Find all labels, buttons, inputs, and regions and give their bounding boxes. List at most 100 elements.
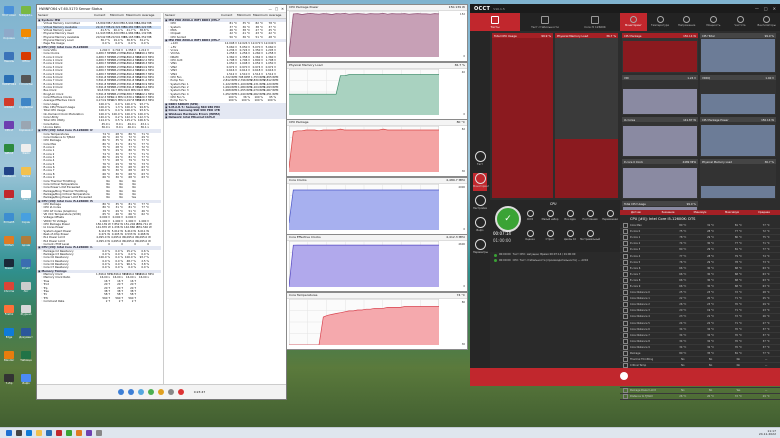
taskbar-app-icon[interactable] xyxy=(86,430,92,436)
taskbar-app-icon[interactable] xyxy=(36,430,42,436)
monitor-tab[interactable]: Температура xyxy=(647,13,674,31)
column-header-cell[interactable]: Minimum xyxy=(109,13,125,18)
record-icon[interactable] xyxy=(620,372,628,380)
monitor-tile[interactable]: CPU Package Power 150.14 W xyxy=(700,117,776,157)
desktop-icon[interactable]: Cinebench xyxy=(2,167,16,179)
desktop-icon[interactable]: GPU-Z xyxy=(2,144,16,156)
sensor-graph-window[interactable]: CPU Package 80 °C 82 30 xyxy=(286,119,468,177)
nav-tab[interactable]: Core i5 12600K xyxy=(570,13,620,31)
row-checkbox[interactable] xyxy=(623,302,628,308)
desktop-icon[interactable]: Office xyxy=(19,52,33,64)
taskbar-app-icon[interactable] xyxy=(16,430,22,436)
nav-tab[interactable]: Тесты xyxy=(470,13,520,31)
desktop-icon[interactable]: Y-Cruncher xyxy=(19,75,33,87)
stop-test-button[interactable]: ✓ xyxy=(495,206,521,232)
taskbar-app-icon[interactable] xyxy=(76,430,82,436)
desktop-icon[interactable]: Firefox xyxy=(2,305,16,317)
row-checkbox[interactable] xyxy=(623,229,628,235)
desktop-icon[interactable]: Chrome xyxy=(2,282,16,294)
table-header-cell[interactable]: Значение xyxy=(652,211,684,214)
row-checkbox[interactable] xyxy=(623,259,628,265)
sidebar-item[interactable]: Инфо xyxy=(473,217,487,235)
column-header-cell[interactable]: Average xyxy=(268,13,284,18)
desktop-icon[interactable]: Steam xyxy=(2,259,16,271)
monitor-tile[interactable]: IA Cores 141.87 W xyxy=(622,117,698,157)
desktop-icon[interactable]: OCCT xyxy=(2,190,16,202)
monitor-tab[interactable]: Мощность xyxy=(700,13,727,31)
hwinfo-titlebar[interactable]: HWiNFO64 v7.60-5170 Sensor Status — □ ✕ xyxy=(37,5,286,13)
desktop-icon[interactable]: Prime95 xyxy=(2,213,16,225)
desktop-icon[interactable]: Инфо xyxy=(19,374,33,386)
taskbar-app-icon[interactable] xyxy=(46,430,52,436)
sensor-row[interactable]: ◦ Command Rate 2 T 2 T 2 T xyxy=(37,299,161,303)
row-checkbox[interactable] xyxy=(623,357,628,363)
table-header-cell[interactable]: Датчик xyxy=(620,211,652,214)
test-option[interactable]: Стресс xyxy=(540,230,560,241)
desktop-icon[interactable]: Этот компьютер xyxy=(2,6,16,18)
system-clock[interactable]: 11:17 24.11.2022 xyxy=(759,429,780,437)
table-header-cell[interactable]: Максимум xyxy=(716,211,748,214)
row-checkbox[interactable] xyxy=(623,277,628,283)
desktop-icon[interactable]: Текст xyxy=(19,190,33,202)
column-header-cell[interactable]: Current xyxy=(220,13,236,18)
row-checkbox[interactable] xyxy=(623,265,628,271)
table-row[interactable]: Distance to TjMAX 26 °C 20 °C 72 °C 29 °C xyxy=(620,393,780,400)
desktop-icon[interactable]: Скрин xyxy=(19,213,33,225)
row-checkbox[interactable] xyxy=(623,271,628,277)
desktop-icon[interactable]: Таблица xyxy=(19,351,33,363)
test-option[interactable]: Экстремальный xyxy=(580,230,600,241)
desktop-icon[interactable]: VLC xyxy=(19,29,33,41)
row-checkbox[interactable] xyxy=(623,338,628,344)
maximize-icon[interactable]: □ xyxy=(275,7,278,11)
sensor-column-left[interactable]: Sensor Current Minimum Maximum Average ▣ Syst… xyxy=(37,13,161,385)
settings-icon[interactable] xyxy=(167,389,174,395)
desktop-icon[interactable]: 7-Zip xyxy=(2,374,16,386)
monitor-tile[interactable]: CPU Total 99.9 % xyxy=(700,33,776,73)
desktop-icon[interactable]: Панель xyxy=(2,52,16,64)
clock-icon[interactable] xyxy=(157,389,164,395)
monitor-tab[interactable]: Частота xyxy=(727,13,754,31)
row-checkbox[interactable] xyxy=(623,332,628,338)
taskbar-app-icon[interactable] xyxy=(56,430,62,436)
row-checkbox[interactable] xyxy=(623,314,628,320)
minimize-icon[interactable]: — xyxy=(755,6,759,11)
desktop-icon[interactable]: Edge xyxy=(2,328,16,340)
monitor-tab[interactable]: Напряжение xyxy=(673,13,700,31)
sidebar-item[interactable]: Мониторинг xyxy=(473,173,489,191)
test-option[interactable]: Циклы 10 xyxy=(560,230,580,241)
table-header-cell[interactable]: Среднее xyxy=(748,211,780,214)
row-checkbox[interactable] xyxy=(623,247,628,253)
network-icon[interactable] xyxy=(137,389,144,395)
sensor-group[interactable]: ▣ Network: Intel Ethernet I225-V xyxy=(164,115,286,120)
row-checkbox[interactable] xyxy=(623,344,628,350)
column-header-cell[interactable]: Sensor xyxy=(37,13,93,18)
test-option[interactable]: AVX2 xyxy=(520,210,540,221)
test-option[interactable]: Постоянная xyxy=(580,210,600,221)
desktop-icon[interactable]: Notepad++ xyxy=(19,6,33,18)
desktop-icon[interactable]: CPU-Z xyxy=(2,121,16,133)
monitor-tile[interactable]: Physical Memory Load 36.7 % xyxy=(700,159,776,199)
taskbar-app-icon[interactable] xyxy=(26,430,32,436)
row-checkbox[interactable] xyxy=(623,351,628,357)
report-icon[interactable] xyxy=(147,389,154,395)
desktop-icon[interactable]: Корзина xyxy=(2,29,16,41)
exit-icon[interactable] xyxy=(177,389,184,395)
taskbar-app-icon[interactable] xyxy=(6,430,12,436)
sensor-graph-window[interactable]: Core Clocks 4,489.7 MHz 4900 0 xyxy=(286,176,468,235)
column-header-cell[interactable]: Average xyxy=(141,13,157,18)
test-option[interactable]: Переменная xyxy=(600,210,620,221)
hwinfo-sensor-window[interactable]: HWiNFO64 v7.60-5170 Sensor Status — □ ✕ … xyxy=(36,4,287,400)
monitor-tile[interactable]: P-core 0 Clock 4489 MHz xyxy=(622,159,698,199)
monitor-tile[interactable]: CPU Package 150.14 W xyxy=(622,33,698,73)
close-icon[interactable]: ✕ xyxy=(773,6,776,11)
row-checkbox[interactable] xyxy=(623,290,628,296)
desktop-icon[interactable]: 3DMark xyxy=(2,236,16,248)
sensor-column-right[interactable]: Sensor Current Minimum Maximum Average ▣ MSI … xyxy=(163,13,286,385)
test-option[interactable]: Все ядра xyxy=(560,210,580,221)
desktop-icon[interactable]: Документ xyxy=(19,328,33,340)
desktop-icon[interactable]: Архив xyxy=(19,236,33,248)
sensor-graph-window[interactable]: Core Effective Clocks 4,412.3 MHz 4600 0 xyxy=(286,234,468,292)
column-header-cell[interactable]: Sensor xyxy=(164,13,220,18)
monitor-tile[interactable]: VID 1.24 V xyxy=(622,75,698,115)
row-checkbox[interactable] xyxy=(623,320,628,326)
